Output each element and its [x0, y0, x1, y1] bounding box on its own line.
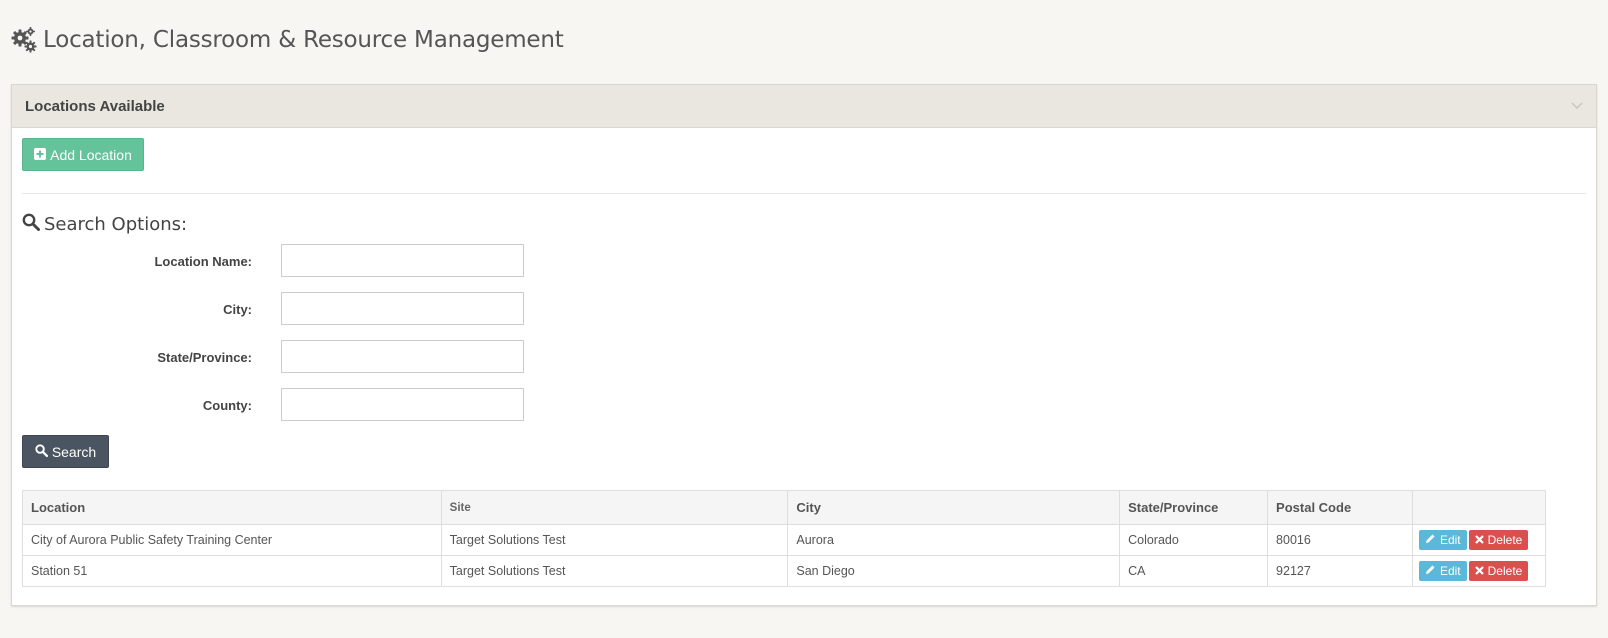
edit-button[interactable]: Edit — [1418, 561, 1467, 581]
location-name-row: Location Name: — [12, 244, 524, 278]
column-header-site[interactable]: Site — [440, 490, 789, 525]
page-title: Location, Classroom & Resource Managemen… — [43, 27, 564, 53]
edit-label: Edit — [1439, 564, 1461, 578]
search-button[interactable]: Search — [22, 435, 109, 468]
postal-code-cell: 92127 — [1267, 555, 1413, 587]
location-cell: City of Aurora Public Safety Training Ce… — [22, 524, 442, 556]
city-input[interactable] — [281, 292, 524, 325]
pencil-icon — [1425, 564, 1440, 578]
column-header-actions — [1411, 490, 1547, 525]
search-icon — [22, 213, 40, 236]
state-province-row: State/Province: — [12, 340, 524, 374]
county-input[interactable] — [281, 388, 524, 421]
city-cell: Aurora — [787, 524, 1121, 556]
location-name-input[interactable] — [281, 244, 524, 277]
location-name-label: Location Name: — [154, 253, 252, 269]
search-button-label: Search — [51, 443, 97, 460]
site-cell: Target Solutions Test — [440, 524, 789, 556]
delete-button[interactable]: Delete — [1468, 561, 1529, 581]
delete-button[interactable]: Delete — [1468, 530, 1529, 550]
county-row: County: — [12, 388, 524, 422]
delete-label: Delete — [1487, 533, 1523, 547]
add-location-label: Add Location — [50, 146, 132, 163]
county-label: County: — [202, 397, 252, 413]
state-province-input[interactable] — [281, 340, 524, 373]
city-row: City: — [12, 292, 524, 326]
search-options-label: Search Options: — [44, 213, 188, 235]
column-header-state-province[interactable]: State/Province — [1119, 490, 1269, 525]
times-icon — [1474, 533, 1488, 547]
panel-heading[interactable]: Locations Available — [12, 85, 1596, 128]
times-icon — [1474, 564, 1488, 578]
actions-cell: Edit Delete — [1411, 524, 1547, 556]
postal-code-cell: 80016 — [1267, 524, 1413, 556]
site-cell: Target Solutions Test — [440, 555, 789, 587]
table-row: City of Aurora Public Safety Training Ce… — [22, 524, 1547, 556]
column-header-location[interactable]: Location — [22, 490, 442, 525]
delete-label: Delete — [1487, 564, 1523, 578]
page-header: Location, Classroom & Resource Managemen… — [11, 24, 564, 56]
state-province-label: State/Province: — [157, 349, 252, 365]
column-header-city[interactable]: City — [787, 490, 1121, 525]
chevron-down-icon[interactable] — [1570, 99, 1584, 113]
pencil-icon — [1425, 533, 1440, 547]
actions-cell: Edit Delete — [1411, 555, 1547, 587]
plus-square-icon — [34, 147, 50, 163]
state-cell: CA — [1119, 555, 1269, 587]
divider — [22, 193, 1586, 194]
column-header-postal-code[interactable]: Postal Code — [1267, 490, 1413, 525]
table-header-row: Location Site City State/Province Postal… — [22, 490, 1547, 525]
location-cell: Station 51 — [22, 555, 442, 587]
edit-button[interactable]: Edit — [1418, 530, 1467, 550]
locations-panel: Locations Available Add Location Search … — [11, 84, 1597, 606]
search-options-heading: Search Options: — [22, 212, 187, 236]
add-location-button[interactable]: Add Location — [22, 138, 144, 171]
state-cell: Colorado — [1119, 524, 1269, 556]
gears-icon — [11, 27, 37, 53]
city-label: City: — [223, 301, 252, 317]
table-row: Station 51 Target Solutions Test San Die… — [22, 555, 1547, 587]
locations-table: Location Site City State/Province Postal… — [22, 490, 1547, 587]
city-cell: San Diego — [787, 555, 1121, 587]
search-icon — [35, 443, 52, 460]
panel-title: Locations Available — [25, 97, 165, 115]
edit-label: Edit — [1439, 533, 1461, 547]
